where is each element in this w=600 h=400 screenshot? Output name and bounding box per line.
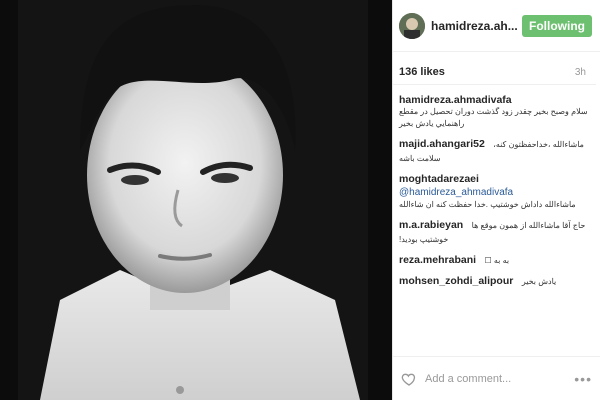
comment-username[interactable]: majid.ahangari52 [399, 138, 485, 150]
comment-text: به به ☐ [484, 256, 510, 265]
post-username[interactable]: hamidreza.ah... [431, 19, 518, 33]
comment-mention[interactable]: @hamidreza_ahmadivafa [399, 187, 513, 198]
add-comment-input[interactable]: Add a comment... [425, 373, 574, 385]
post-photo[interactable] [0, 0, 392, 400]
comment-username[interactable]: mohsen_zohdi_alipour [399, 275, 513, 287]
likes-count[interactable]: 136 likes [399, 66, 445, 78]
avatar[interactable] [399, 12, 425, 39]
comment-list: hamidreza.ahmadivafa سلام وصبح بخير چقدر… [393, 85, 600, 288]
comment: mohsen_zohdi_alipour يادش بخير [399, 274, 594, 288]
comment-text: ماشاءالله داداش خوشتيپ .خدا حفظت كنه ان … [399, 200, 576, 209]
comment-username[interactable]: m.a.rabieyan [399, 219, 463, 231]
comment-username[interactable]: hamidreza.ahmadivafa [399, 94, 512, 106]
post-sidebar: hamidreza.ah... Following 136 likes 3h h… [392, 0, 600, 400]
comment-text: يادش بخير [521, 277, 557, 286]
comment: moghtadarezaei @hamidreza_ahmadivafa ماش… [399, 172, 594, 211]
comment: m.a.rabieyan حاج آقا ماشاءالله از همون م… [399, 218, 594, 246]
post-stats: 136 likes 3h [393, 52, 596, 85]
following-button[interactable]: Following [522, 14, 592, 37]
comment-text: سلام وصبح بخير چقدر زود گذشت دوران تحصيل… [399, 107, 588, 128]
comment-username[interactable]: reza.mehrabani [399, 254, 476, 266]
avatar-image [399, 12, 425, 39]
comment-username[interactable]: moghtadarezaei [399, 173, 479, 185]
comment: hamidreza.ahmadivafa سلام وصبح بخير چقدر… [399, 93, 594, 130]
heart-icon[interactable] [401, 371, 417, 387]
portrait-image [0, 0, 392, 400]
post-header: hamidreza.ah... Following [393, 0, 600, 52]
comment: majid.ahangari52 ماشاءالله ،خداحفظتون كن… [399, 137, 594, 165]
more-options-icon[interactable]: ••• [574, 371, 592, 387]
comment: reza.mehrabani به به ☐ [399, 253, 594, 267]
post-time: 3h [574, 66, 586, 78]
comment-footer: Add a comment... ••• [393, 356, 600, 400]
